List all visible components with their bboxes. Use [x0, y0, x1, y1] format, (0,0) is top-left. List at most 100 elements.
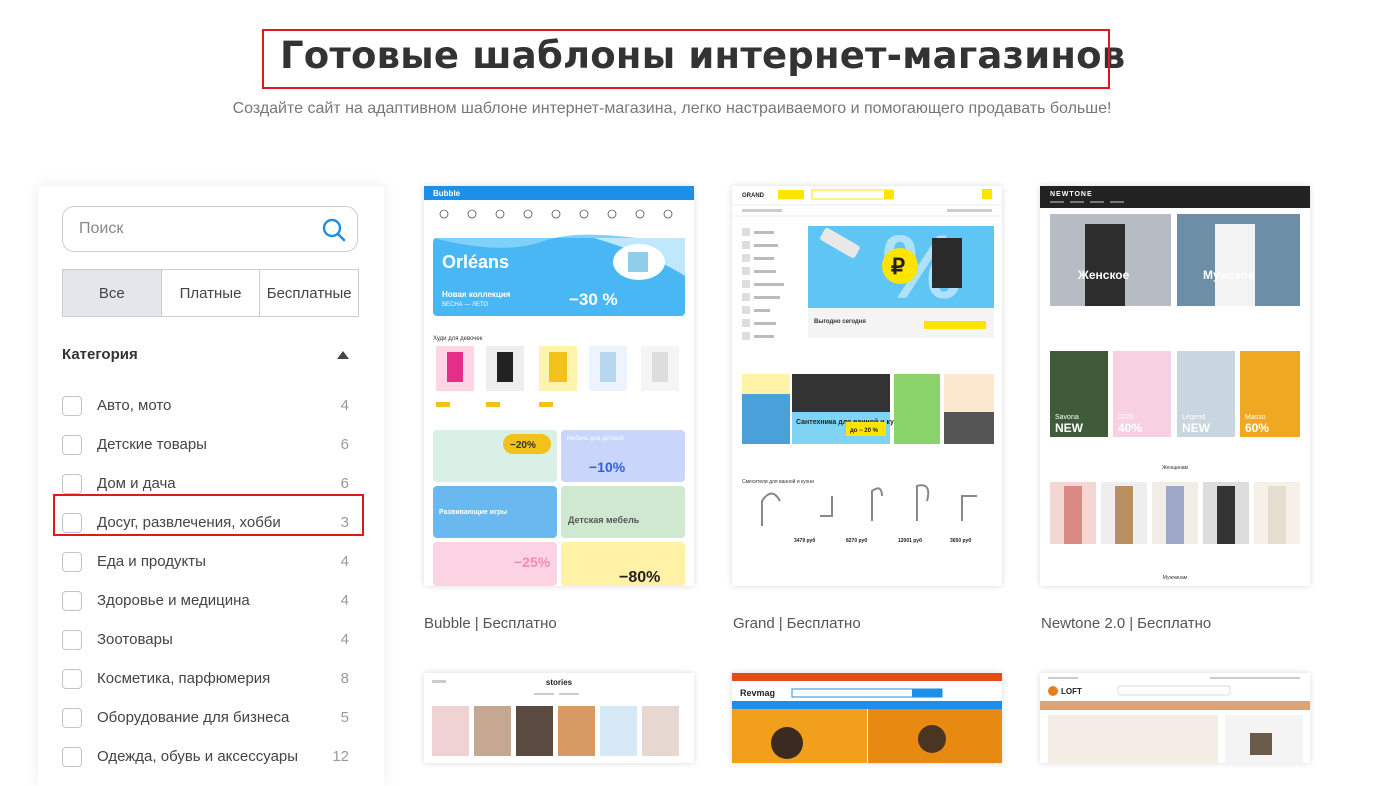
category-label: Дом и дача [97, 475, 176, 492]
category-count: 6 [340, 436, 349, 453]
category-checkbox[interactable] [62, 707, 82, 728]
search-input[interactable] [77, 219, 311, 239]
category-checkbox[interactable] [62, 434, 82, 455]
preview-price: 12001 руб [898, 537, 922, 544]
category-item[interactable]: Зоотовары 4 [62, 620, 349, 659]
template-caption-grand[interactable]: Grand | Бесплатно [733, 615, 861, 632]
preview-section: Худи для девочек [433, 336, 483, 342]
preview-men: Мужское [1203, 268, 1255, 282]
preview-tile: 40% [1118, 421, 1142, 435]
template-preview-newtone[interactable]: NEWTONE Женское Мужское Savona 2020 Lege… [1040, 186, 1310, 586]
category-item[interactable]: Оборудование для бизнеса 5 [62, 698, 349, 737]
preview-promo7: −80% [619, 569, 660, 586]
category-count: 6 [340, 475, 349, 492]
preview-banner-sub: Новая коллекция [442, 290, 511, 299]
category-label: Одежда, обувь и аксессуары [97, 748, 299, 765]
preview-logo: Bubble [433, 189, 461, 198]
template-caption-newtone[interactable]: Newtone 2.0 | Бесплатно [1041, 615, 1211, 632]
category-item[interactable]: Авто, мото 4 [62, 386, 349, 425]
preview-promo3: −10% [589, 459, 626, 475]
preview-tile-name: Savona [1055, 414, 1079, 421]
category-list: Авто, мото 4 Детские товары 6 Дом и дача 6 … [62, 386, 349, 776]
preview-price: 3479 руб [794, 537, 815, 544]
category-count: 4 [340, 631, 349, 648]
preview-banner-sub2: ВЕСНА — ЛЕТО [442, 302, 488, 308]
preview-promo-discount: до − 20 % [850, 428, 879, 434]
svg-text:₽: ₽ [891, 254, 905, 279]
category-label: Авто, мото [97, 397, 172, 414]
preview-logo: Revmag [740, 688, 775, 698]
preview-tile: NEW [1055, 421, 1084, 435]
category-label: Косметика, парфюмерия [97, 670, 271, 687]
template-price: Бесплатно [482, 615, 557, 632]
template-name: Grand [733, 615, 775, 632]
category-checkbox[interactable] [62, 590, 82, 611]
preview-logo: GRAND [742, 193, 765, 199]
category-item[interactable]: Одежда, обувь и аксессуары 12 [62, 737, 349, 776]
category-checkbox[interactable] [62, 395, 82, 416]
category-count: 4 [340, 592, 349, 609]
template-price: Бесплатно [786, 615, 861, 632]
template-name: Newtone 2.0 [1041, 615, 1126, 632]
preview-logo: NEWTONE [1050, 191, 1093, 198]
preview-promo6: −25% [514, 554, 551, 570]
category-label: Оборудование для бизнеса [97, 709, 290, 726]
search-icon[interactable] [321, 217, 347, 243]
template-preview-loft[interactable]: LOFT [1040, 673, 1310, 763]
template-price: Бесплатно [1137, 615, 1212, 632]
template-preview-revmag[interactable]: Revmag [732, 673, 1002, 763]
price-filter-tabs: Все Платные Бесплатные [62, 269, 359, 317]
category-heading: Категория [62, 346, 138, 363]
category-count: 5 [340, 709, 349, 726]
category-checkbox[interactable] [62, 746, 82, 767]
preview-banner-title: Orléans [442, 252, 509, 272]
preview-tile: NEW [1182, 421, 1211, 435]
category-checkbox[interactable] [62, 629, 82, 650]
category-header[interactable]: Категория [62, 346, 349, 363]
category-count: 8 [340, 670, 349, 687]
template-name: Bubble [424, 615, 471, 632]
category-count: 12 [332, 748, 349, 765]
category-checkbox[interactable] [62, 473, 82, 494]
template-preview-bubble[interactable]: Bubble Orléans Новая коллекция ВЕСНА — Л… [424, 186, 694, 586]
preview-promo4: Развивающие игры [439, 509, 507, 516]
filter-sidebar: Все Платные Бесплатные Категория Авто, м… [38, 186, 384, 786]
category-count: 4 [340, 397, 349, 414]
template-preview-grand[interactable]: GRAND % ₽ Выгодно сегодня Сантехника для… [732, 186, 1002, 586]
category-item[interactable]: Косметика, парфюмерия 8 [62, 659, 349, 698]
category-highlight-box [53, 494, 364, 536]
category-label: Здоровье и медицина [97, 592, 250, 609]
preview-tile-name: Masso [1245, 414, 1266, 421]
page-subtitle: Создайте сайт на адаптивном шаблоне инте… [232, 100, 1112, 117]
preview-tile-name: Legend [1182, 414, 1205, 421]
title-highlight-box [262, 29, 1110, 89]
filter-tab-free[interactable]: Бесплатные [260, 270, 358, 316]
category-item[interactable]: Еда и продукты 4 [62, 542, 349, 581]
preview-tile-name: 2020 [1118, 414, 1134, 421]
category-checkbox[interactable] [62, 668, 82, 689]
preview-banner-text: Выгодно сегодня [814, 319, 866, 325]
preview-section: Женщинам [1162, 465, 1189, 471]
category-item[interactable]: Детские товары 6 [62, 425, 349, 464]
preview-promo1: −20% [510, 440, 536, 451]
preview-price: 3650 руб [950, 537, 971, 544]
preview-tile: 60% [1245, 421, 1269, 435]
preview-promo2: Мебель для детской [567, 435, 624, 442]
category-label: Зоотовары [97, 631, 173, 648]
filter-tab-all[interactable]: Все [63, 270, 162, 316]
category-count: 4 [340, 553, 349, 570]
filter-tab-paid[interactable]: Платные [162, 270, 261, 316]
search-box [62, 206, 358, 252]
category-label: Еда и продукты [97, 553, 206, 570]
template-caption-bubble[interactable]: Bubble | Бесплатно [424, 615, 557, 632]
preview-price: 8270 руб [846, 537, 867, 544]
preview-discount: −30 % [569, 290, 618, 309]
collapse-triangle-icon[interactable] [337, 350, 349, 359]
category-label: Детские товары [97, 436, 207, 453]
template-preview-stories[interactable]: stories [424, 673, 694, 763]
preview-section: Смесители для ванной и кухни [742, 478, 814, 485]
preview-promo5: Детская мебель [568, 515, 640, 525]
category-item[interactable]: Здоровье и медицина 4 [62, 581, 349, 620]
preview-logo: LOFT [1061, 687, 1082, 696]
category-checkbox[interactable] [62, 551, 82, 572]
